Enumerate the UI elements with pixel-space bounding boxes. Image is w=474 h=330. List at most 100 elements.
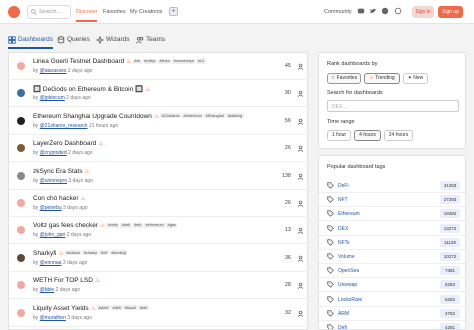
owner-link[interactable]: @bbie: [40, 287, 55, 293]
rank-favorites-button[interactable]: ☆ Favorites: [327, 73, 361, 84]
owner-link[interactable]: @jpbincum: [40, 95, 65, 101]
dashboard-tag[interactable]: #linea: [158, 58, 172, 64]
tab-teams[interactable]: Teams: [136, 36, 165, 44]
popular-tag-name[interactable]: Ethereum: [338, 211, 360, 217]
user-icon[interactable]: [297, 145, 304, 153]
popular-tag-row[interactable]: Ethereum 19392: [319, 206, 465, 222]
nav-community[interactable]: Community: [324, 9, 352, 15]
dashboard-row[interactable]: Voltz gas fees checker ♨ #voltz #defi #eth #e…: [9, 217, 307, 245]
popular-tag-name[interactable]: Uniswap: [338, 282, 357, 288]
dashboard-tag[interactable]: #L2: [196, 58, 206, 64]
user-icon[interactable]: [297, 310, 304, 317]
dashboard-row[interactable]: LayerZero Dashboard ♨ by @cryptoded 2 days…: [9, 135, 307, 163]
dashboard-tag[interactable]: #defi: [120, 222, 132, 228]
discord-icon[interactable]: [357, 7, 365, 15]
time-4h-button[interactable]: 4 hours: [354, 130, 381, 141]
nav-favorites[interactable]: Favorites: [103, 9, 126, 15]
dashboard-tag[interactable]: #staking: [226, 113, 244, 119]
dashboard-row[interactable]: WETH For TOP LSD ♨ by @bbie 2 days ago 28: [9, 272, 307, 300]
owner-link[interactable]: @murathen: [40, 315, 66, 321]
dashboard-row[interactable]: zkSync Era Stats ♨ by @unionepro 3 days ag…: [9, 163, 307, 190]
popular-tag-row[interactable]: LooksRare 5282: [319, 292, 465, 307]
dashboard-tag[interactable]: #lending: [109, 250, 128, 256]
dashboard-tag[interactable]: #ethereum: [182, 113, 204, 119]
dashboard-tag[interactable]: #Shanghai: [204, 113, 226, 119]
dashboard-title[interactable]: Voltz gas fees checker ♨ #voltz #defi #eth #e…: [33, 222, 178, 229]
tab-queries[interactable]: Queries: [57, 36, 90, 44]
owner-link[interactable]: @ataraxxes: [40, 68, 67, 74]
dashboard-row[interactable]: Con chó hacker ♨ by @peterbu 3 days ago 26: [9, 190, 307, 217]
dashboard-tag[interactable]: #voltz: [106, 222, 120, 228]
theme-toggle-icon[interactable]: [394, 7, 402, 15]
dashboard-row[interactable]: Linea Goerli Testnet Dashboard ♨ #zk #rollu…: [9, 53, 307, 80]
dashboard-tag[interactable]: #yield: [97, 305, 110, 311]
dashboard-title[interactable]: Con chó hacker ♨: [33, 195, 86, 202]
time-1h-button[interactable]: 1 hour: [327, 130, 351, 141]
dashboard-tag[interactable]: #solana: [64, 250, 82, 256]
time-24h-button[interactable]: 24 hours: [384, 130, 413, 141]
dashboard-title[interactable]: Linea Goerli Testnet Dashboard ♨ #zk #rollu…: [33, 58, 206, 65]
dashboard-tag[interactable]: #liquid: [123, 305, 138, 311]
rank-new-button[interactable]: ✦ New: [403, 73, 428, 84]
twitter-icon[interactable]: [369, 7, 377, 15]
user-icon[interactable]: [297, 227, 304, 235]
dashboard-title[interactable]: Sharkyfi ♨ #solana #sharky #nft #lending: [33, 250, 128, 257]
dashboard-tag[interactable]: #ethereum: [143, 222, 166, 228]
popular-tag-name[interactable]: DeFi: [338, 183, 349, 189]
popular-tag-name[interactable]: NFTs: [338, 240, 350, 246]
tab-dashboards[interactable]: Dashboards: [8, 36, 54, 49]
dashboard-row[interactable]: Ethereum Shanghai Upgrade Countdown ♨ #21s…: [9, 108, 307, 135]
popular-tag-row[interactable]: OpenSea 7381: [319, 263, 465, 279]
dashboard-row[interactable]: 🔲 DeGods on Ethereum & Bitcoin 🔲 ♨ by @jpb…: [9, 80, 307, 108]
popular-tag-name[interactable]: NFT: [338, 197, 348, 203]
nav-discover[interactable]: Discover: [76, 9, 98, 22]
popular-tag-name[interactable]: Defi: [338, 325, 347, 329]
popular-tag-name[interactable]: OpenSea: [338, 268, 359, 274]
popular-tag-name[interactable]: ARM: [338, 311, 349, 317]
telegram-icon[interactable]: [381, 7, 389, 15]
dashboard-title[interactable]: LayerZero Dashboard ♨: [33, 140, 104, 147]
user-icon[interactable]: [297, 118, 304, 125]
owner-link[interactable]: @cryptoded: [40, 150, 67, 156]
owner-link[interactable]: @ennnaa: [40, 260, 62, 266]
dashboard-search-input[interactable]: DEX...: [327, 100, 459, 112]
dashboard-title[interactable]: Liquity Asset Yields ♨ #yield #defi #liquid #…: [33, 305, 149, 312]
popular-tag-row[interactable]: NFT 27293: [319, 192, 465, 208]
dashboard-tag[interactable]: #consensys: [172, 58, 196, 64]
dashboard-row[interactable]: Sharkyfi ♨ #solana #sharky #nft #lending by @e…: [9, 245, 307, 272]
popular-tag-row[interactable]: DEX 13272: [319, 221, 465, 236]
dashboard-tag[interactable]: #rollup: [142, 58, 158, 64]
nav-my-creations[interactable]: My Creations: [130, 9, 162, 15]
user-icon[interactable]: [297, 90, 304, 98]
user-icon[interactable]: [297, 173, 304, 180]
rank-trending-button[interactable]: ♨ Trending: [364, 73, 400, 84]
user-icon[interactable]: [297, 200, 304, 207]
dashboard-title[interactable]: WETH For TOP LSD ♨: [33, 277, 100, 284]
user-icon[interactable]: [297, 282, 304, 290]
dashboard-row[interactable]: Liquity Asset Yields ♨ #yield #defi #liquid #…: [9, 300, 307, 327]
sign-in-button[interactable]: Sign in: [412, 6, 434, 18]
popular-tag-row[interactable]: Uniswap 6283: [319, 277, 465, 293]
dashboard-tag[interactable]: #gas: [166, 222, 178, 228]
owner-link[interactable]: @john_gari: [40, 232, 66, 238]
popular-tag-name[interactable]: Volume: [338, 254, 355, 260]
user-icon[interactable]: [297, 63, 304, 70]
popular-tag-row[interactable]: Defi 4281: [319, 320, 465, 329]
owner-link[interactable]: @unionepro: [40, 178, 67, 184]
popular-tag-name[interactable]: DEX: [338, 226, 348, 232]
tab-wizards[interactable]: Wizards: [96, 36, 129, 44]
owner-link[interactable]: @21shares_research: [40, 123, 88, 129]
dune-logo[interactable]: [8, 6, 20, 18]
search-input[interactable]: Search...: [27, 5, 71, 19]
popular-tag-row[interactable]: Volume 10272: [319, 249, 465, 264]
dashboard-tag[interactable]: #defi: [110, 305, 123, 311]
sign-up-button[interactable]: Sign up: [438, 6, 463, 18]
dashboard-tag[interactable]: #nft: [99, 250, 109, 256]
user-icon[interactable]: [297, 255, 304, 262]
dashboard-tag[interactable]: #eth: [132, 222, 143, 228]
dashboard-tag[interactable]: #eth: [138, 305, 149, 311]
dashboard-title[interactable]: 🔲 DeGods on Ethereum & Bitcoin 🔲 ♨: [33, 85, 151, 93]
owner-link[interactable]: @peterbu: [40, 205, 62, 211]
popular-tag-row[interactable]: NFTs 11129: [319, 235, 465, 250]
dashboard-tag[interactable]: #21shares: [160, 113, 182, 119]
